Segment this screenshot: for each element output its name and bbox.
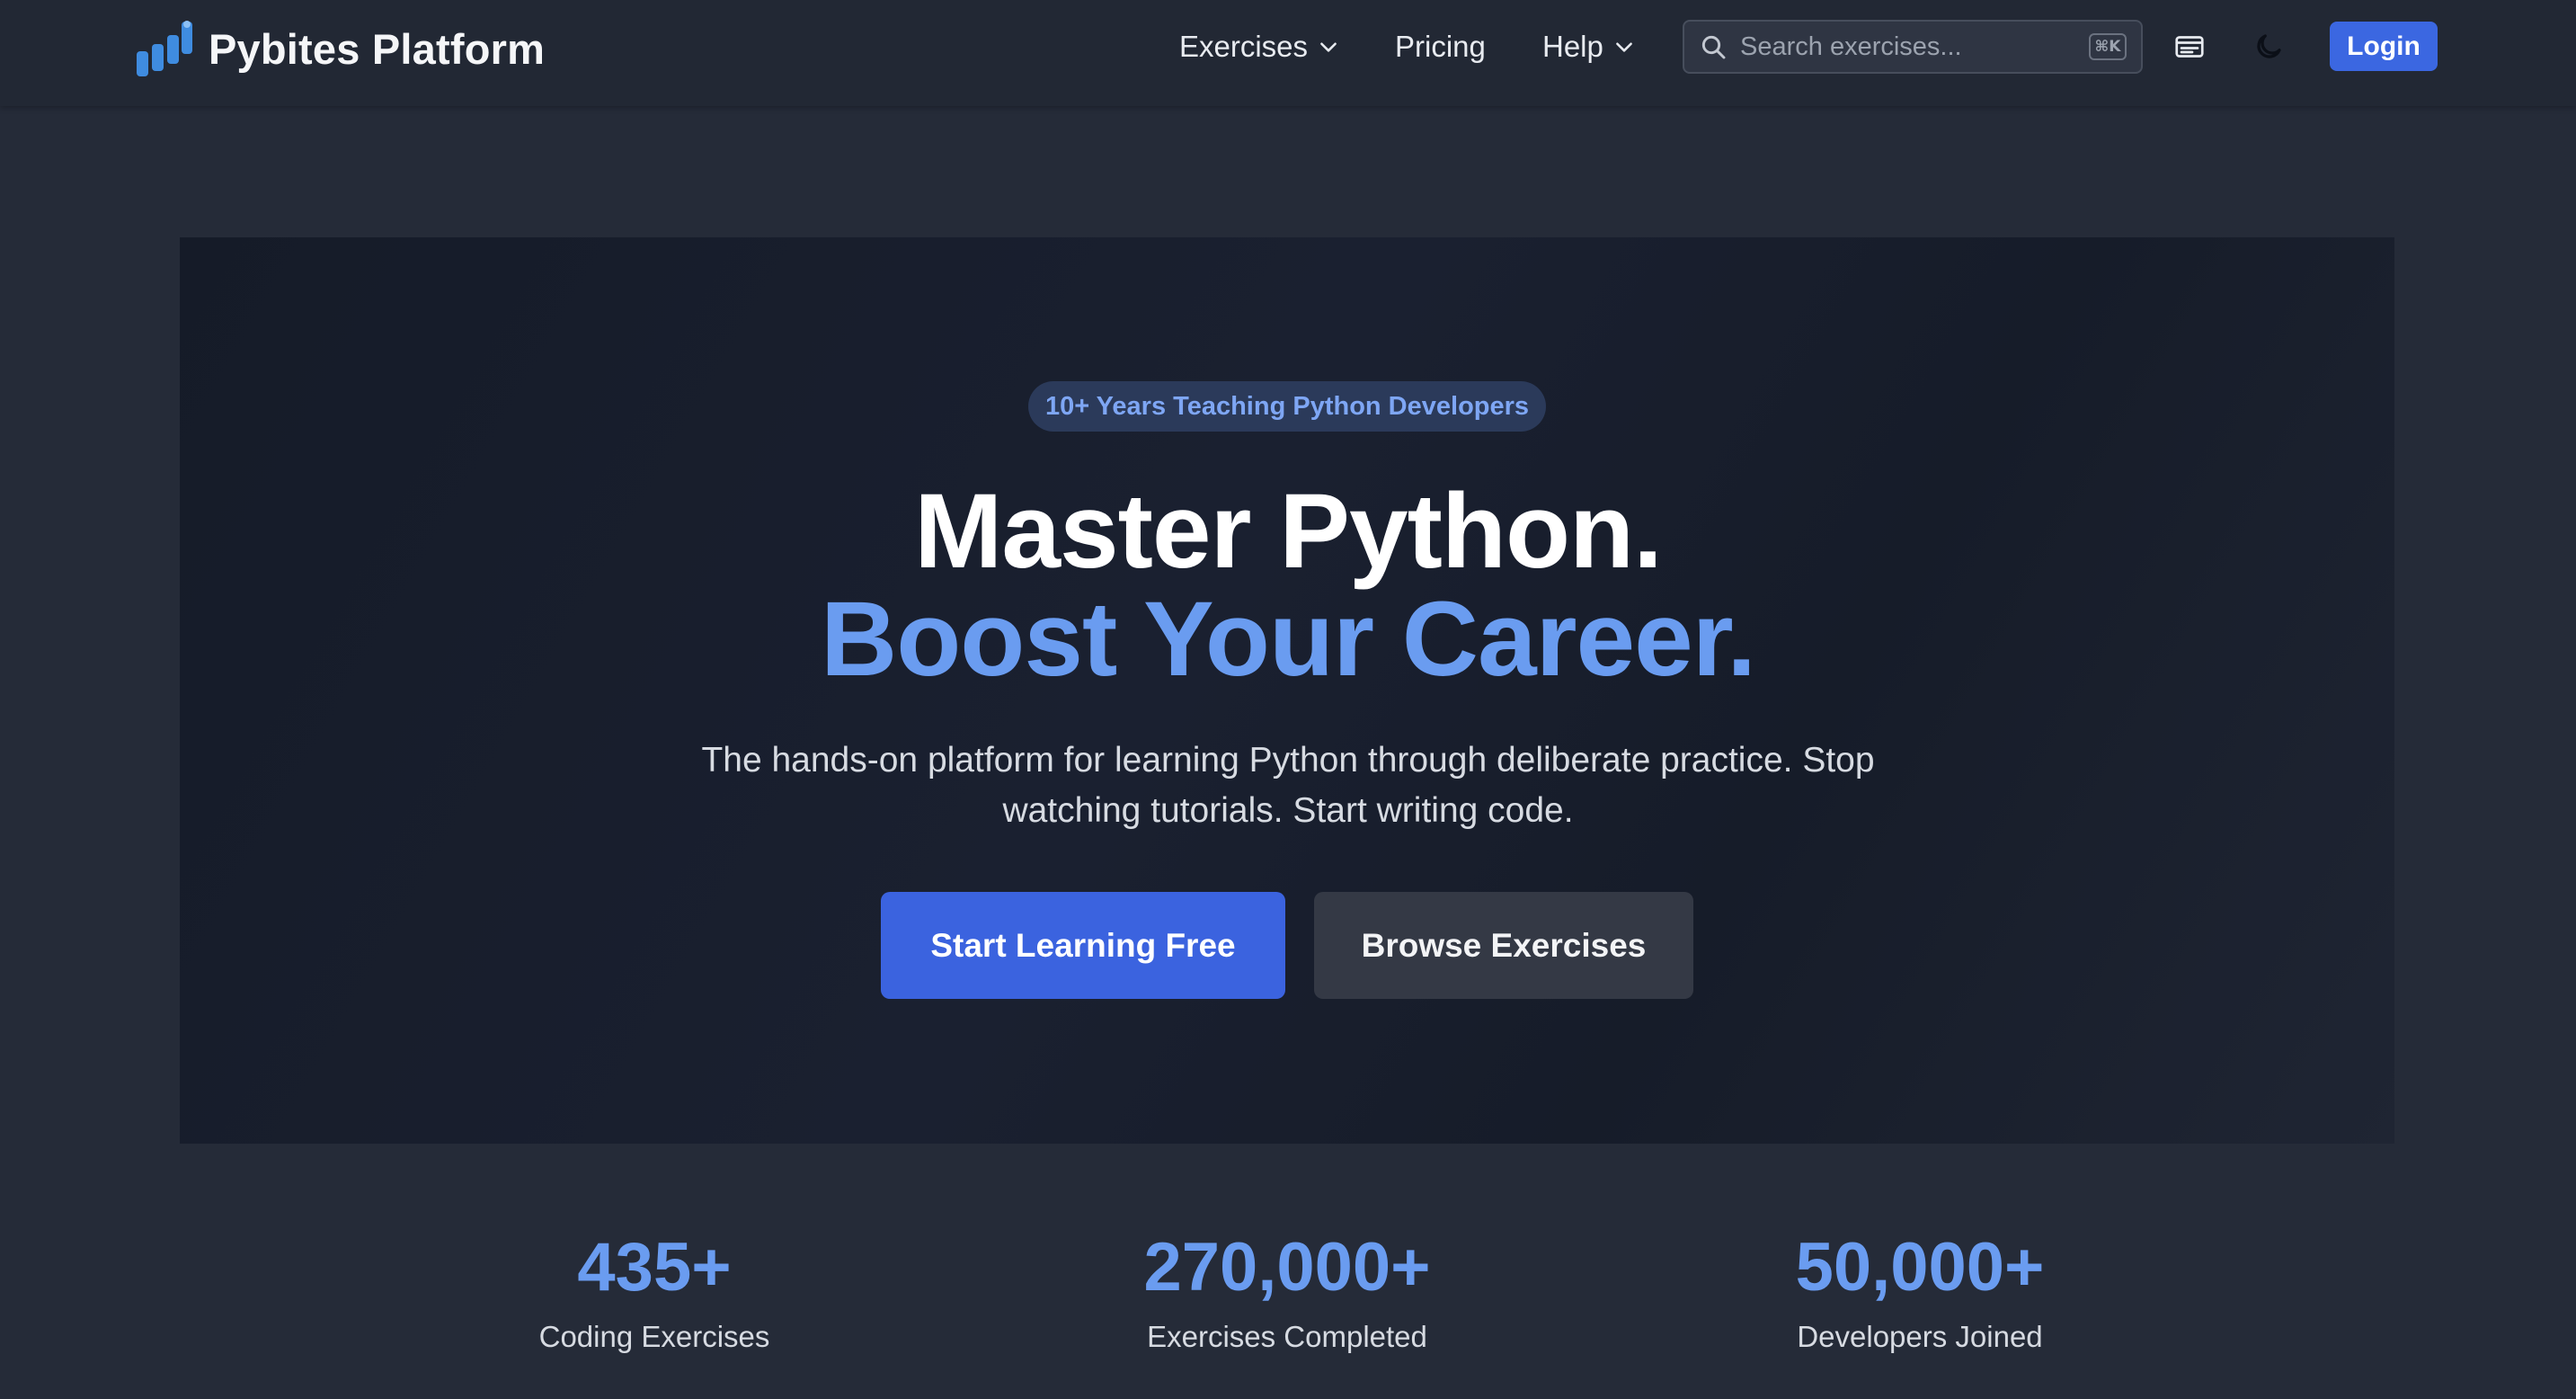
chevron-down-icon xyxy=(1320,42,1337,52)
nav-exercises-dropdown[interactable]: Exercises xyxy=(1179,27,1340,67)
nav-pricing-link[interactable]: Pricing xyxy=(1395,27,1486,67)
brand-link[interactable]: Pybites Platform xyxy=(135,20,545,77)
stat-value: 435+ xyxy=(577,1229,732,1305)
hero-headline-line2: Boost Your Career. xyxy=(821,580,1756,699)
stat-label: Coding Exercises xyxy=(538,1320,770,1353)
stat-value: 270,000+ xyxy=(1143,1229,1431,1305)
stat-coding-exercises: 435+ Coding Exercises xyxy=(403,1225,906,1354)
nav-help-dropdown[interactable]: Help xyxy=(1542,27,1636,67)
start-learning-button[interactable]: Start Learning Free xyxy=(881,892,1285,999)
nav-help-label: Help xyxy=(1542,30,1603,63)
browse-exercises-button[interactable]: Browse Exercises xyxy=(1314,892,1693,999)
hero-badge: 10+ Years Teaching Python Developers xyxy=(1028,381,1546,432)
chevron-down-icon xyxy=(1615,42,1632,52)
search-icon xyxy=(1701,35,1726,59)
theme-toggle-button[interactable] xyxy=(2251,29,2287,65)
search-box[interactable]: ⌘K xyxy=(1683,20,2143,74)
stat-value: 50,000+ xyxy=(1795,1229,2045,1305)
pybites-logo-icon xyxy=(137,21,192,76)
top-navbar: Pybites Platform Exercises Pricing Help … xyxy=(0,0,2576,106)
terminal-button[interactable] xyxy=(2172,29,2207,65)
search-input[interactable] xyxy=(1740,31,2089,62)
brand-name: Pybites Platform xyxy=(209,24,546,73)
moon-icon xyxy=(2257,34,2281,58)
login-button[interactable]: Login xyxy=(2330,22,2438,71)
nav-pricing-label: Pricing xyxy=(1395,30,1486,63)
stat-label: Developers Joined xyxy=(1797,1320,2043,1353)
stat-exercises-completed: 270,000+ Exercises Completed xyxy=(1035,1225,1539,1354)
nav-exercises-label: Exercises xyxy=(1179,30,1309,63)
terminal-icon xyxy=(2175,36,2204,58)
search-shortcut-hint: ⌘K xyxy=(2089,33,2127,60)
stat-label: Exercises Completed xyxy=(1147,1320,1427,1353)
stat-developers-joined: 50,000+ Developers Joined xyxy=(1668,1225,2172,1354)
hero-subtitle: The hands-on platform for learning Pytho… xyxy=(701,741,1875,830)
hero-headline-line1: Master Python. xyxy=(914,472,1663,591)
